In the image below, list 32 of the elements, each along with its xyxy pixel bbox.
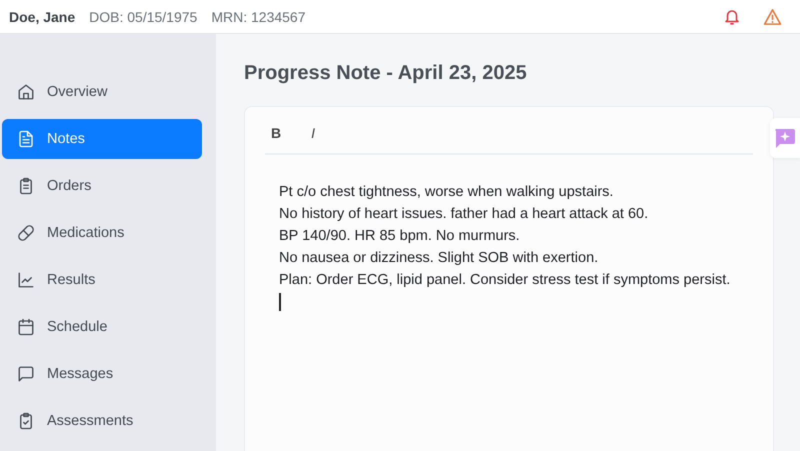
home-icon <box>17 83 35 101</box>
sidebar-item[interactable]: Messages <box>2 354 202 394</box>
sidebar-item[interactable]: Orders <box>2 166 202 206</box>
line-chart-icon <box>17 271 35 289</box>
warning-icon[interactable] <box>763 8 782 26</box>
note-line: Plan: Order ECG, lipid panel. Consider stress test if symptoms persist. <box>279 271 732 290</box>
bell-icon[interactable] <box>723 8 741 26</box>
note-line: BP 140/90. HR 85 bpm. No murmurs. <box>279 227 521 246</box>
note-line: No history of heart issues. father had a heart attack at 60. <box>279 205 650 224</box>
clipboard-check-icon <box>17 412 35 430</box>
clipboard-list-icon <box>17 177 35 195</box>
bold-button[interactable]: B <box>265 121 288 145</box>
sidebar-item[interactable]: Notes <box>2 119 202 159</box>
text-cursor <box>279 293 280 311</box>
sparkle-icon <box>774 127 796 149</box>
note-line: No nausea or dizziness. Slight SOB with exertion. <box>279 249 600 268</box>
document-icon <box>17 130 35 148</box>
sidebar-item[interactable]: Results <box>2 260 202 300</box>
ai-assistant-button[interactable] <box>770 118 800 158</box>
sidebar-item[interactable]: Schedule <box>2 307 202 347</box>
calendar-icon <box>17 318 35 336</box>
patient-name: Doe, Jane <box>9 8 76 24</box>
chat-bubble-icon <box>17 365 35 383</box>
sidebar-item[interactable]: Assessments <box>2 401 202 441</box>
pill-icon <box>17 224 35 242</box>
page-title: Progress Note - April 23, 2025 <box>244 62 528 85</box>
patient-dob: DOB: 05/15/1975 <box>89 8 198 24</box>
italic-button[interactable]: I <box>305 121 322 145</box>
note-line: Pt c/o chest tightness, worse when walking upstairs. <box>279 183 614 202</box>
patient-mrn: MRN: 1234567 <box>211 8 306 24</box>
sidebar-item[interactable]: Medications <box>2 213 202 253</box>
sidebar-item[interactable]: Overview <box>2 72 202 112</box>
